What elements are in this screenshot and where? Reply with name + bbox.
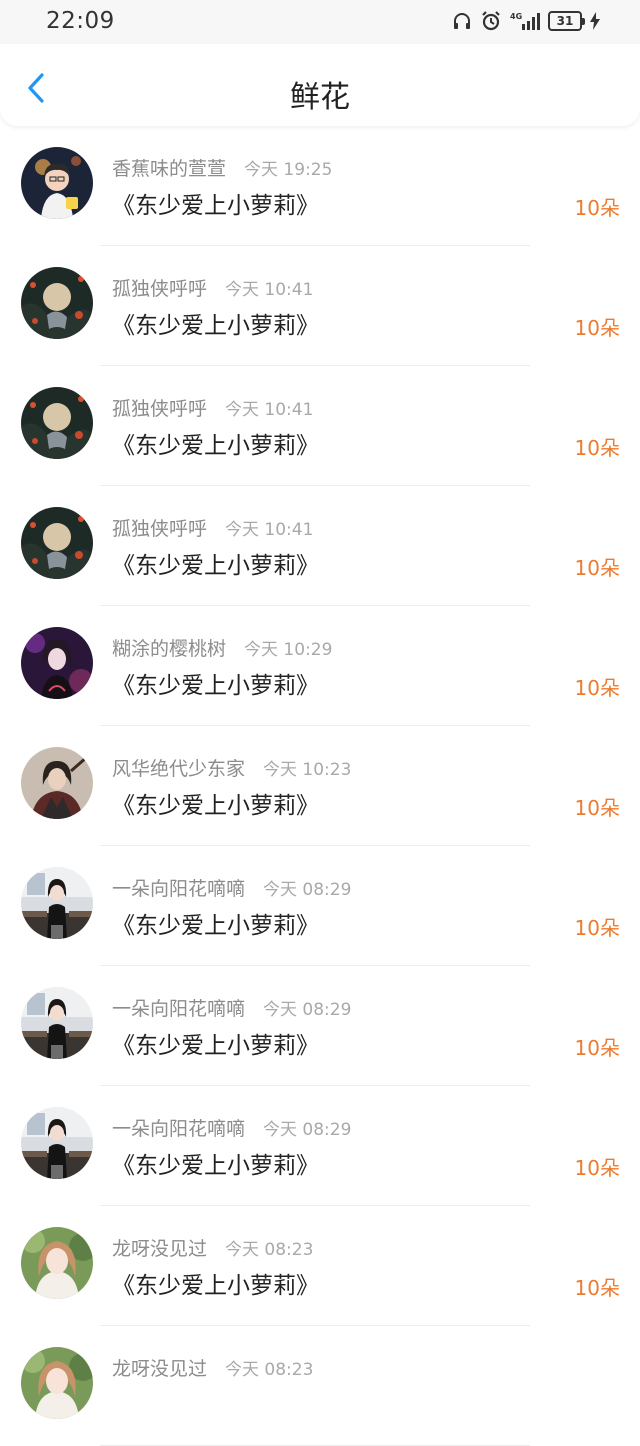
timestamp: 今天 10:41: [225, 400, 314, 420]
book-title[interactable]: 《东少爱上小萝莉》: [112, 186, 319, 220]
user-name[interactable]: 一朵向阳花嘀嘀: [112, 1114, 245, 1141]
list-item[interactable]: 香蕉味的萱萱 今天 19:25 《东少爱上小萝莉》 10朵: [0, 126, 640, 246]
flower-count: 10朵: [574, 916, 620, 940]
book-title[interactable]: 《东少爱上小萝莉》: [112, 1026, 319, 1060]
avatar[interactable]: [21, 747, 93, 819]
item-meta: 孤独侠呼呼 今天 10:41: [112, 274, 313, 301]
list-item[interactable]: 一朵向阳花嘀嘀 今天 08:29 《东少爱上小萝莉》 10朵: [0, 1086, 640, 1206]
user-name[interactable]: 龙呀没见过: [112, 1354, 207, 1381]
status-time: 22:09: [46, 8, 115, 34]
network-label: 4G: [510, 12, 522, 21]
book-title[interactable]: 《东少爱上小萝莉》: [112, 306, 319, 340]
flower-count: 10朵: [574, 1036, 620, 1060]
list-item[interactable]: 孤独侠呼呼 今天 10:41 《东少爱上小萝莉》 10朵: [0, 486, 640, 606]
avatar[interactable]: [21, 987, 93, 1059]
user-name[interactable]: 风华绝代少东家: [112, 754, 245, 781]
item-meta: 龙呀没见过 今天 08:23: [112, 1354, 313, 1381]
item-meta: 孤独侠呼呼 今天 10:41: [112, 514, 313, 541]
timestamp: 今天 10:41: [225, 280, 314, 300]
item-meta: 一朵向阳花嘀嘀 今天 08:29: [112, 1114, 351, 1141]
flower-count: 10朵: [574, 676, 620, 700]
item-meta: 孤独侠呼呼 今天 10:41: [112, 394, 313, 421]
timestamp: 今天 08:23: [225, 1240, 314, 1260]
item-meta: 龙呀没见过 今天 08:23: [112, 1234, 313, 1261]
item-meta: 一朵向阳花嘀嘀 今天 08:29: [112, 994, 351, 1021]
timestamp: 今天 08:29: [263, 1000, 352, 1020]
book-title[interactable]: 《东少爱上小萝莉》: [112, 786, 319, 820]
avatar[interactable]: [21, 867, 93, 939]
charging-icon: [590, 12, 600, 30]
user-name[interactable]: 糊涂的樱桃树: [112, 634, 226, 661]
list-item[interactable]: 一朵向阳花嘀嘀 今天 08:29 《东少爱上小萝莉》 10朵: [0, 966, 640, 1086]
item-meta: 香蕉味的萱萱 今天 19:25: [112, 154, 332, 181]
avatar[interactable]: [21, 507, 93, 579]
timestamp: 今天 08:29: [263, 880, 352, 900]
timestamp: 今天 08:23: [225, 1360, 314, 1380]
status-bar: 22:09 4G 31: [0, 0, 640, 44]
book-title[interactable]: 《东少爱上小萝莉》: [112, 666, 319, 700]
app-header: 鲜花: [0, 44, 640, 126]
battery-indicator: 31: [548, 11, 585, 31]
avatar[interactable]: [21, 387, 93, 459]
list-item[interactable]: 龙呀没见过 今天 08:23 《东少爱上小萝莉》 10朵: [0, 1206, 640, 1326]
avatar[interactable]: [21, 147, 93, 219]
flower-count: 10朵: [574, 196, 620, 220]
user-name[interactable]: 龙呀没见过: [112, 1234, 207, 1261]
page-title: 鲜花: [290, 80, 350, 115]
book-title[interactable]: 《东少爱上小萝莉》: [112, 546, 319, 580]
timestamp: 今天 19:25: [244, 160, 333, 180]
user-name[interactable]: 孤独侠呼呼: [112, 274, 207, 301]
user-name[interactable]: 一朵向阳花嘀嘀: [112, 874, 245, 901]
flower-count: 10朵: [574, 796, 620, 820]
list-item[interactable]: 一朵向阳花嘀嘀 今天 08:29 《东少爱上小萝莉》 10朵: [0, 846, 640, 966]
flower-count: 10朵: [574, 1276, 620, 1300]
timestamp: 今天 10:23: [263, 760, 352, 780]
flower-count: 10朵: [574, 556, 620, 580]
timestamp: 今天 08:29: [263, 1120, 352, 1140]
status-icons: 4G 31: [452, 10, 600, 32]
avatar[interactable]: [21, 267, 93, 339]
timestamp: 今天 10:29: [244, 640, 333, 660]
list-item[interactable]: 龙呀没见过 今天 08:23: [0, 1326, 640, 1446]
book-title[interactable]: 《东少爱上小萝莉》: [112, 426, 319, 460]
list-item[interactable]: 风华绝代少东家 今天 10:23 《东少爱上小萝莉》 10朵: [0, 726, 640, 846]
avatar[interactable]: [21, 1227, 93, 1299]
book-title[interactable]: 《东少爱上小萝莉》: [112, 1266, 319, 1300]
user-name[interactable]: 孤独侠呼呼: [112, 514, 207, 541]
alarm-icon: [482, 11, 500, 31]
list-item[interactable]: 糊涂的樱桃树 今天 10:29 《东少爱上小萝莉》 10朵: [0, 606, 640, 726]
user-name[interactable]: 一朵向阳花嘀嘀: [112, 994, 245, 1021]
list-item[interactable]: 孤独侠呼呼 今天 10:41 《东少爱上小萝莉》 10朵: [0, 246, 640, 366]
avatar[interactable]: [21, 627, 93, 699]
headphones-icon: [454, 13, 470, 29]
book-title[interactable]: 《东少爱上小萝莉》: [112, 906, 319, 940]
item-meta: 糊涂的樱桃树 今天 10:29: [112, 634, 332, 661]
flower-count: 10朵: [574, 1156, 620, 1180]
timestamp: 今天 10:41: [225, 520, 314, 540]
list-item[interactable]: 孤独侠呼呼 今天 10:41 《东少爱上小萝莉》 10朵: [0, 366, 640, 486]
flower-count: 10朵: [574, 436, 620, 460]
item-meta: 一朵向阳花嘀嘀 今天 08:29: [112, 874, 351, 901]
book-title[interactable]: 《东少爱上小萝莉》: [112, 1146, 319, 1180]
item-meta: 风华绝代少东家 今天 10:23: [112, 754, 351, 781]
avatar[interactable]: [21, 1347, 93, 1419]
flower-count: 10朵: [574, 316, 620, 340]
user-name[interactable]: 孤独侠呼呼: [112, 394, 207, 421]
signal-icon: 4G: [510, 12, 540, 30]
avatar[interactable]: [21, 1107, 93, 1179]
user-name[interactable]: 香蕉味的萱萱: [112, 154, 226, 181]
flower-list: 香蕉味的萱萱 今天 19:25 《东少爱上小萝莉》 10朵 孤独侠呼呼 今天 10:41…: [0, 126, 640, 1446]
